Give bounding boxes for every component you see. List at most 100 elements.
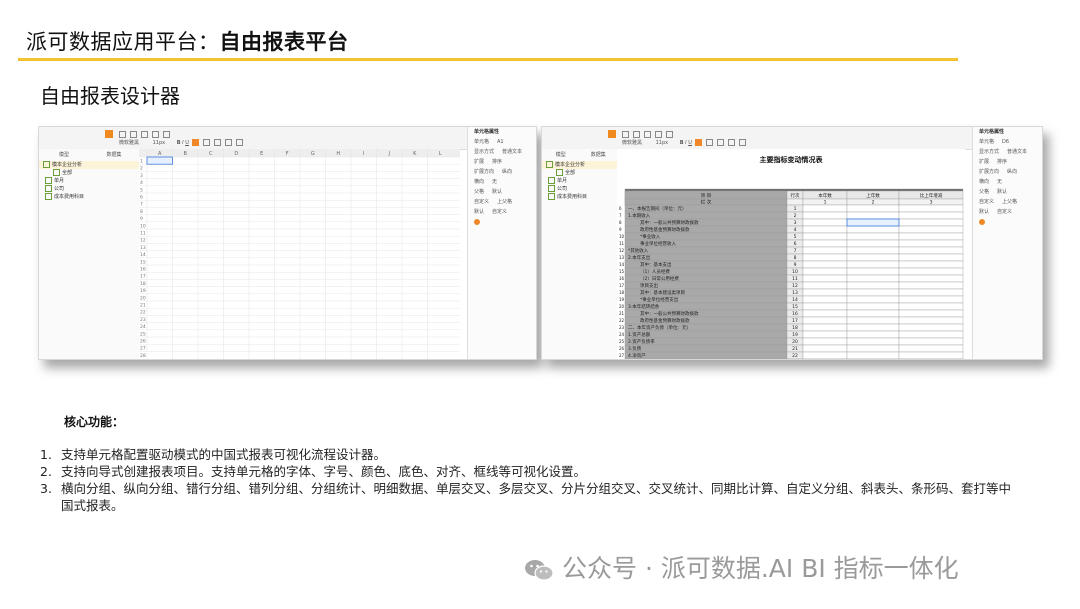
props-value[interactable]: 无	[492, 179, 497, 185]
font-family-select[interactable]: 微软雅黑	[622, 140, 642, 146]
props-value[interactable]: 自定义	[492, 209, 507, 215]
redo-icon[interactable]	[151, 130, 159, 138]
props-row[interactable]: 显示方式 普通文本	[468, 147, 536, 157]
props-row[interactable]: 单元格 D6	[973, 137, 1042, 147]
row-number[interactable]: 21	[140, 303, 146, 309]
row-number[interactable]: 26	[140, 339, 146, 345]
tree-item[interactable]: 成本费用科目	[542, 193, 617, 201]
tree-item[interactable]: 模本企业分析	[39, 161, 139, 169]
props-row[interactable]: 默认 自定义	[973, 207, 1042, 217]
props-row[interactable]: 父格 默认	[973, 187, 1042, 197]
column-header[interactable]: I	[363, 151, 364, 157]
props-value[interactable]: 上父格	[497, 199, 512, 205]
column-header[interactable]: E	[260, 151, 263, 157]
save-icon[interactable]	[621, 130, 629, 138]
props-value[interactable]: 默认	[997, 189, 1007, 195]
save-icon[interactable]	[118, 130, 126, 138]
column-header[interactable]: C	[209, 151, 213, 157]
row-number[interactable]: 23	[140, 317, 146, 323]
row-number[interactable]: 14	[140, 252, 146, 258]
row-number[interactable]: 17	[140, 274, 146, 280]
props-value[interactable]: 纵向	[502, 169, 512, 175]
selected-cell[interactable]	[846, 218, 900, 227]
props-value[interactable]: D6	[1002, 139, 1009, 145]
row-number[interactable]: 13	[140, 245, 146, 251]
column-header[interactable]: H	[336, 151, 340, 157]
props-row[interactable]: 扩展方向 纵向	[973, 167, 1042, 177]
props-value[interactable]: 默认	[492, 189, 502, 195]
redo-icon[interactable]	[654, 130, 662, 138]
fill-icon[interactable]	[225, 139, 233, 146]
merge-icon[interactable]	[739, 139, 747, 146]
row-number[interactable]: 22	[140, 310, 146, 316]
align-icon[interactable]	[192, 139, 200, 146]
props-row[interactable]: 扩展 排序	[468, 157, 536, 167]
column-header[interactable]: L	[439, 151, 442, 157]
props-row[interactable]: 扩展 排序	[973, 157, 1042, 167]
tree-item[interactable]: 模本企业分析	[542, 161, 617, 169]
column-header[interactable]: G	[311, 151, 315, 157]
row-number[interactable]: 11	[140, 231, 146, 237]
column-header[interactable]: A	[158, 151, 162, 157]
italic-icon[interactable]: I	[685, 140, 686, 146]
right-report-grid[interactable]: 主要指标变动情况表 项 目栏 次行次 本年数 1 上年数 2 比上年增减 3 一、本报告期间（…	[617, 149, 965, 359]
props-value[interactable]: 普通文本	[1007, 149, 1027, 155]
font-size-select[interactable]: 11px	[153, 140, 166, 146]
row-number[interactable]: 27	[140, 346, 146, 352]
props-row[interactable]: 横向 无	[468, 177, 536, 187]
props-radio-row[interactable]	[973, 217, 1042, 227]
props-row[interactable]: 扩展方向 纵向	[468, 167, 536, 177]
selected-cell[interactable]	[146, 156, 173, 165]
row-number[interactable]: 7	[140, 202, 143, 208]
tree-item[interactable]: 公司	[542, 185, 617, 193]
props-row[interactable]: 显示方式 普通文本	[973, 147, 1042, 157]
radio-selected-icon[interactable]	[474, 218, 480, 225]
tab-model[interactable]: 模型	[542, 149, 580, 161]
left-spreadsheet-grid[interactable]: A B C D E F G H I J K L 1 2 3 4 5 6 7 8 9 10 11 12 13 14 15 16 17 18 1…	[139, 149, 460, 359]
settings-icon[interactable]	[162, 130, 170, 138]
tree-item[interactable]: 全部	[39, 169, 139, 177]
undo-icon[interactable]	[140, 130, 148, 138]
italic-icon[interactable]: I	[182, 140, 183, 146]
row-number[interactable]: 8	[140, 209, 143, 215]
props-value[interactable]: A1	[497, 139, 504, 145]
row-number[interactable]: 18	[140, 281, 146, 287]
row-number[interactable]: 9	[140, 216, 143, 222]
props-row[interactable]: 单元格 A1	[468, 137, 536, 147]
radio-selected-icon[interactable]	[979, 218, 985, 225]
print-icon[interactable]	[632, 130, 640, 138]
color-icon[interactable]	[717, 139, 725, 146]
font-size-select[interactable]: 11px	[656, 140, 669, 146]
row-number[interactable]: 24	[140, 324, 146, 330]
undo-icon[interactable]	[643, 130, 651, 138]
row-number[interactable]: 2	[140, 166, 143, 172]
merge-icon[interactable]	[236, 139, 244, 146]
props-value[interactable]: 普通文本	[502, 149, 522, 155]
props-row[interactable]: 自定义 上父格	[468, 197, 536, 207]
underline-icon[interactable]: U	[185, 140, 189, 146]
props-row[interactable]: 默认 自定义	[468, 207, 536, 217]
row-number[interactable]: 6	[140, 195, 143, 201]
row-number[interactable]: 4	[140, 180, 143, 186]
row-number[interactable]: 10	[140, 223, 146, 229]
bold-icon[interactable]: B	[177, 140, 181, 146]
print-icon[interactable]	[129, 130, 137, 138]
border-icon[interactable]	[203, 139, 211, 146]
settings-icon[interactable]	[665, 130, 673, 138]
tree-item[interactable]: 单月	[39, 177, 139, 185]
props-value[interactable]: 无	[997, 179, 1002, 185]
color-icon[interactable]	[214, 139, 222, 146]
props-radio-row[interactable]	[468, 217, 536, 227]
row-number[interactable]: 5	[140, 187, 143, 193]
props-value[interactable]: 自定义	[997, 209, 1012, 215]
row-number[interactable]: 1	[140, 159, 143, 165]
props-row[interactable]: 自定义 上父格	[973, 197, 1042, 207]
column-header[interactable]: F	[286, 151, 289, 157]
row-number[interactable]: 19	[140, 288, 146, 294]
column-header[interactable]: B	[184, 151, 188, 157]
row-number[interactable]: 25	[140, 331, 146, 337]
column-header[interactable]: D	[234, 151, 238, 157]
fill-icon[interactable]	[728, 139, 736, 146]
props-value[interactable]: 纵向	[1007, 169, 1017, 175]
border-icon[interactable]	[706, 139, 714, 146]
